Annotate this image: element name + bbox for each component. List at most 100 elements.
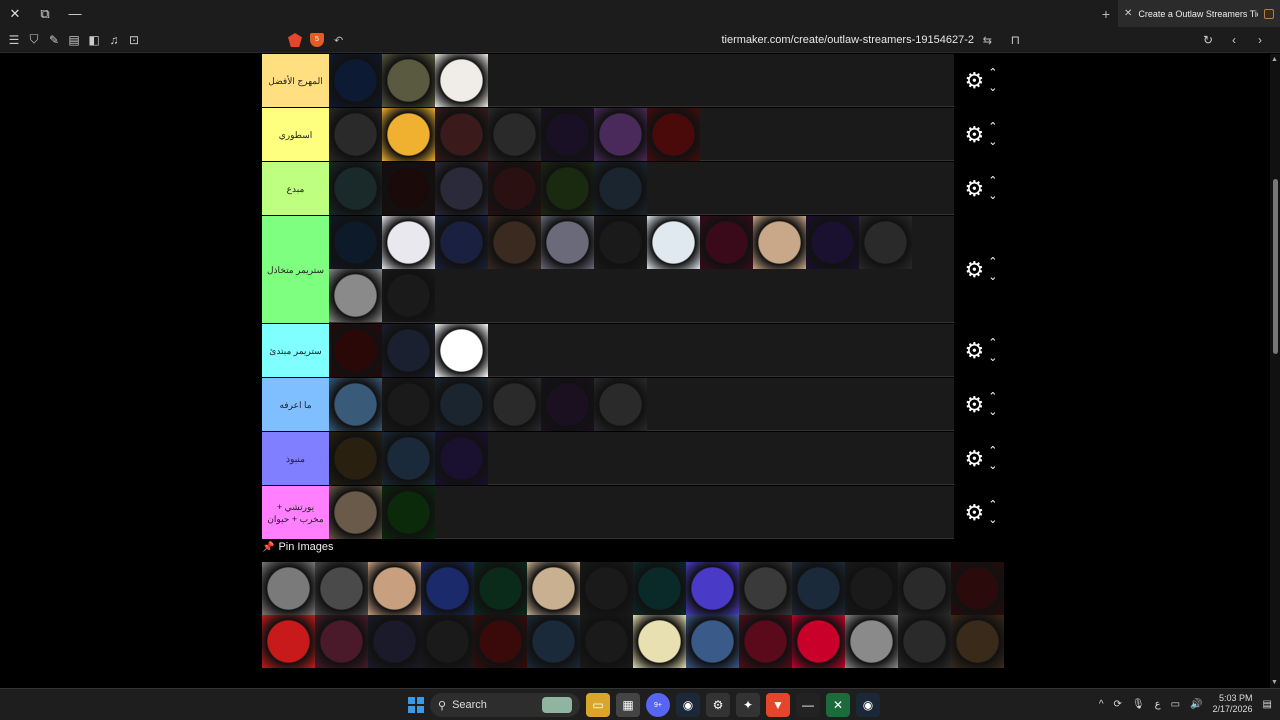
browser-tab[interactable]: ✕ Create a Outlaw Streamers Tier List bbox=[1118, 0, 1280, 27]
microphone-icon[interactable]: 🎙 bbox=[1132, 699, 1145, 710]
forward-icon[interactable]: › bbox=[1250, 27, 1270, 53]
pin-image[interactable] bbox=[951, 615, 1004, 668]
scroll-down-icon[interactable]: ▼ bbox=[1271, 679, 1278, 686]
streamer-avatar[interactable] bbox=[594, 216, 647, 269]
pin-image[interactable] bbox=[527, 615, 580, 668]
streamer-avatar[interactable] bbox=[329, 162, 382, 215]
streamer-avatar[interactable] bbox=[382, 162, 435, 215]
move-tier-up-chevron-icon[interactable]: ⌃ bbox=[988, 67, 997, 78]
streamer-avatar[interactable] bbox=[382, 378, 435, 431]
network-icon[interactable]: ▭ bbox=[1171, 699, 1180, 710]
streamer-avatar[interactable] bbox=[806, 216, 859, 269]
pin-image[interactable] bbox=[633, 615, 686, 668]
address-bar[interactable]: 5 ↶ tiermaker.com/create/outlaw-streamer… bbox=[280, 30, 1030, 50]
extensions-icon[interactable]: ✎ bbox=[44, 27, 64, 53]
pin-image[interactable] bbox=[474, 615, 527, 668]
sidebar-icon[interactable]: ◧ bbox=[84, 27, 104, 53]
pin-image[interactable] bbox=[580, 562, 633, 615]
pin-image[interactable] bbox=[739, 615, 792, 668]
pin-image[interactable] bbox=[686, 615, 739, 668]
streamer-avatar[interactable] bbox=[594, 378, 647, 431]
move-tier-down-chevron-icon[interactable]: ⌄ bbox=[988, 82, 997, 93]
volume-icon[interactable]: 🔊 bbox=[1190, 699, 1202, 710]
streamer-avatar[interactable] bbox=[329, 432, 382, 485]
streamer-avatar[interactable] bbox=[329, 378, 382, 431]
tier-settings-gear-icon[interactable]: ⚙ bbox=[965, 339, 985, 362]
scrollbar-thumb[interactable] bbox=[1273, 179, 1278, 354]
streamer-avatar[interactable] bbox=[859, 216, 912, 269]
undo-icon[interactable]: ↶ bbox=[334, 34, 343, 47]
pin-image[interactable] bbox=[580, 615, 633, 668]
back-icon[interactable]: ‹ bbox=[1224, 27, 1244, 53]
taskbar-search[interactable]: ⚲ Search bbox=[430, 693, 580, 717]
move-tier-up-chevron-icon[interactable]: ⌃ bbox=[988, 499, 997, 510]
language-indicator[interactable]: ع bbox=[1155, 699, 1161, 710]
streamer-avatar[interactable] bbox=[541, 162, 594, 215]
brave-rewards-icon[interactable] bbox=[288, 33, 302, 47]
minimize-window-button[interactable]: — bbox=[60, 0, 90, 27]
bookmark-icon[interactable]: ⊓ bbox=[1011, 33, 1020, 47]
streamer-avatar[interactable] bbox=[488, 378, 541, 431]
share-icon[interactable]: ⇆ bbox=[983, 34, 992, 47]
streamer-avatar[interactable] bbox=[435, 108, 488, 161]
screenshot-icon[interactable]: ⊡ bbox=[124, 27, 144, 53]
tier-label[interactable]: ما اعرفه bbox=[262, 378, 329, 431]
steam-alt-icon[interactable]: ◉ bbox=[856, 693, 880, 717]
streamer-avatar[interactable] bbox=[329, 216, 382, 269]
pin-image[interactable] bbox=[792, 562, 845, 615]
streamer-avatar[interactable] bbox=[594, 108, 647, 161]
tray-overflow-icon[interactable]: ^ bbox=[1099, 699, 1104, 710]
steam-icon[interactable]: ◉ bbox=[676, 693, 700, 717]
move-tier-down-chevron-icon[interactable]: ⌄ bbox=[988, 271, 997, 282]
streamer-avatar[interactable] bbox=[329, 108, 382, 161]
tier-label[interactable]: المهرج الأفضل bbox=[262, 54, 329, 107]
streamer-avatar[interactable] bbox=[435, 432, 488, 485]
streamer-avatar[interactable] bbox=[329, 54, 382, 107]
streamer-avatar[interactable] bbox=[382, 269, 435, 322]
clock[interactable]: 5:03 PM 2/17/2026 bbox=[1213, 693, 1253, 715]
streamer-avatar[interactable] bbox=[435, 216, 488, 269]
tier-label[interactable]: ستريمر مبتدئ bbox=[262, 324, 329, 377]
tier-settings-gear-icon[interactable]: ⚙ bbox=[965, 501, 985, 524]
tier-settings-gear-icon[interactable]: ⚙ bbox=[965, 177, 985, 200]
pin-image[interactable] bbox=[421, 562, 474, 615]
streamer-avatar[interactable] bbox=[647, 108, 700, 161]
streamer-avatar[interactable] bbox=[382, 486, 435, 539]
reload-icon[interactable]: ↻ bbox=[1198, 27, 1218, 53]
media-app-icon[interactable]: — bbox=[796, 693, 820, 717]
move-tier-up-chevron-icon[interactable]: ⌃ bbox=[988, 337, 997, 348]
streamer-avatar[interactable] bbox=[382, 432, 435, 485]
close-window-button[interactable]: ✕ bbox=[0, 0, 30, 27]
pin-image[interactable] bbox=[368, 615, 421, 668]
pin-image[interactable] bbox=[421, 615, 474, 668]
tier-settings-gear-icon[interactable]: ⚙ bbox=[965, 447, 985, 470]
pin-image[interactable] bbox=[898, 615, 951, 668]
move-tier-up-chevron-icon[interactable]: ⌃ bbox=[988, 121, 997, 132]
tier-label[interactable]: مبدع bbox=[262, 162, 329, 215]
pin-image[interactable] bbox=[262, 562, 315, 615]
new-tab-button[interactable]: + bbox=[1094, 6, 1118, 22]
pin-image[interactable] bbox=[898, 562, 951, 615]
page-scrollbar[interactable]: ▲ ▼ bbox=[1270, 54, 1280, 688]
pin-image[interactable] bbox=[845, 562, 898, 615]
streamer-avatar[interactable] bbox=[753, 216, 806, 269]
pin-image[interactable] bbox=[739, 562, 792, 615]
menu-icon[interactable]: ☰ bbox=[4, 27, 24, 53]
streamer-avatar[interactable] bbox=[435, 54, 488, 107]
tabs-icon[interactable]: ▤ bbox=[64, 27, 84, 53]
move-tier-down-chevron-icon[interactable]: ⌄ bbox=[988, 514, 997, 525]
streamer-avatar[interactable] bbox=[329, 324, 382, 377]
streamer-avatar[interactable] bbox=[329, 486, 382, 539]
move-tier-up-chevron-icon[interactable]: ⌃ bbox=[988, 445, 997, 456]
streamer-avatar[interactable] bbox=[435, 324, 488, 377]
windows-start-icon[interactable] bbox=[408, 697, 424, 713]
streamer-avatar[interactable] bbox=[541, 378, 594, 431]
tier-settings-gear-icon[interactable]: ⚙ bbox=[965, 258, 985, 281]
streamer-avatar[interactable] bbox=[594, 162, 647, 215]
notifications-icon[interactable]: ▤ bbox=[1263, 699, 1272, 710]
streamer-avatar[interactable] bbox=[647, 216, 700, 269]
brave-browser-icon[interactable]: ▼ bbox=[766, 693, 790, 717]
close-tab-icon[interactable]: ✕ bbox=[1124, 8, 1132, 19]
scroll-up-icon[interactable]: ▲ bbox=[1271, 56, 1278, 63]
shield-icon[interactable]: ⛉ bbox=[24, 27, 44, 53]
